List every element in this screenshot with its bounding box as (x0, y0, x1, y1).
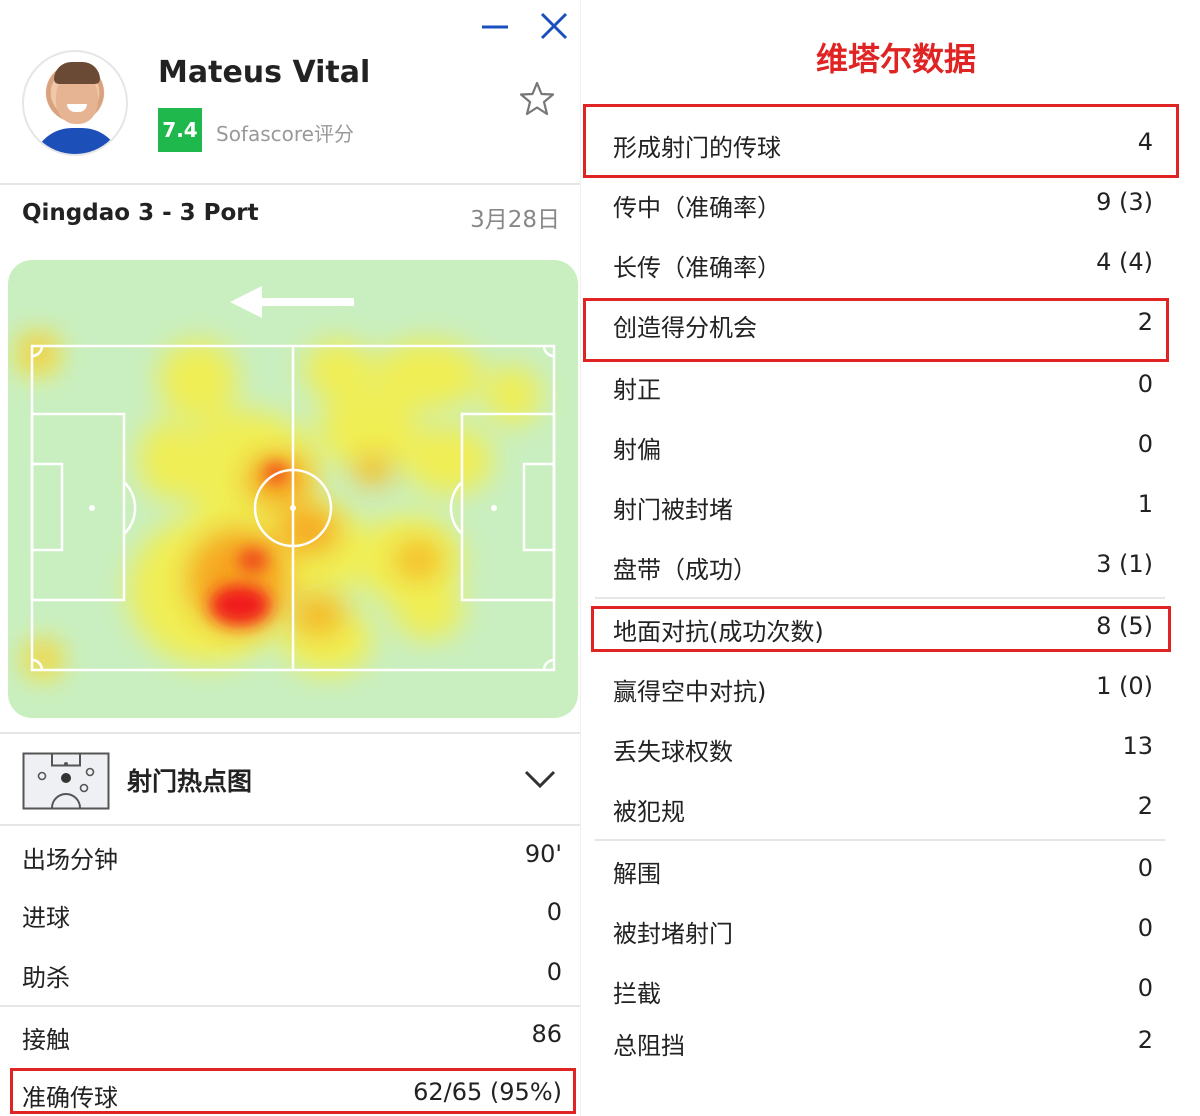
stat-row-crosses: 传中（准确率） 9 (3) (581, 174, 1200, 234)
stat-row-was-fouled: 被犯规 2 (581, 778, 1200, 838)
stat-row-blocked-shots: 被封堵射门 0 (581, 900, 1200, 960)
stat-row-shots-off-target: 射偏 0 (581, 416, 1200, 476)
player-name[interactable]: Mateus Vital (158, 55, 370, 90)
player-card: Mateus Vital 7.4 Sofascore评分 Qingdao 3 -… (0, 0, 580, 1116)
stat-value: 1 (0) (1096, 672, 1153, 700)
shotmap-label: 射门热点图 (127, 767, 253, 796)
stat-value: 0 (546, 958, 562, 986)
highlight-box (591, 606, 1171, 652)
stat-row-shots-on-target: 射正 0 (581, 356, 1200, 416)
stat-label: 进球 (22, 904, 70, 932)
stat-row-goals: 进球 0 (0, 886, 580, 944)
match-date: 3月28日 (470, 207, 560, 233)
stat-value: 1 (1137, 490, 1153, 518)
stat-label: 射门被封堵 (613, 496, 733, 524)
stat-label: 助杀 (22, 964, 70, 992)
stat-label: 射偏 (613, 436, 661, 464)
panel-title: 维塔尔数据 (815, 40, 976, 78)
stat-row-touches: 接触 86 (0, 1008, 580, 1066)
stat-label: 盘带（成功） (613, 556, 757, 584)
stat-label: 传中（准确率） (613, 194, 781, 222)
shotmap-toggle[interactable]: 射门热点图 (0, 732, 580, 826)
stat-row-total-tackles: 总阻挡 2 (581, 1012, 1200, 1072)
heatmap-pitch (16, 286, 556, 680)
stat-label: 接触 (22, 1026, 70, 1054)
stat-value: 4 (4) (1096, 248, 1153, 276)
rating-badge: 7.4 (158, 108, 202, 152)
stat-value: 90' (524, 840, 562, 868)
stat-value: 2 (1137, 792, 1153, 820)
match-row[interactable]: Qingdao 3 - 3 Port 3月28日 (0, 190, 580, 240)
stat-label: 被封堵射门 (613, 920, 733, 948)
stat-label: 拦截 (613, 980, 661, 1008)
rating-source-label: Sofascore评分 (216, 122, 354, 146)
stats-panel: 维塔尔数据 形成射门的传球 4 传中（准确率） 9 (3) 长传（准确率） 4 … (580, 0, 1200, 1116)
stat-label: 丢失球权数 (613, 738, 733, 766)
stat-row-possession-lost: 丢失球权数 13 (581, 718, 1200, 778)
player-avatar (22, 50, 128, 156)
stat-value: 86 (531, 1020, 562, 1048)
stat-label: 射正 (613, 376, 661, 404)
stat-value: 13 (1122, 732, 1153, 760)
match-score: Qingdao 3 - 3 Port (22, 200, 259, 226)
chevron-down-icon[interactable] (522, 766, 558, 792)
stat-row-dribbles: 盘带（成功） 3 (1) (581, 536, 1200, 596)
stat-value: 0 (1137, 974, 1153, 1002)
stat-value: 0 (546, 898, 562, 926)
stat-row-clearances: 解围 0 (581, 840, 1200, 900)
stat-value: 0 (1137, 854, 1153, 882)
minimize-icon[interactable] (480, 12, 510, 42)
divider (0, 1005, 580, 1007)
stat-value: 0 (1137, 370, 1153, 398)
stat-value: 9 (3) (1096, 188, 1153, 216)
attack-direction-arrow-icon (230, 286, 354, 318)
highlight-box (10, 1068, 576, 1114)
stat-row-interceptions: 拦截 0 (581, 960, 1200, 1020)
stat-value: 0 (1137, 914, 1153, 942)
stat-value: 0 (1137, 430, 1153, 458)
stat-label: 赢得空中对抗) (613, 678, 767, 706)
stat-row-long-balls: 长传（准确率） 4 (4) (581, 234, 1200, 294)
highlight-box (583, 104, 1179, 178)
highlight-box (583, 298, 1169, 362)
heatmap (8, 260, 578, 718)
stat-value: 2 (1137, 1026, 1153, 1054)
stat-row-aerial-duels: 赢得空中对抗) 1 (0) (581, 658, 1200, 718)
shotmap-icon (22, 752, 110, 810)
favorite-star-icon[interactable] (518, 80, 556, 118)
stat-label: 出场分钟 (22, 846, 118, 874)
close-icon[interactable] (538, 10, 570, 42)
stat-value: 3 (1) (1096, 550, 1153, 578)
stat-label: 长传（准确率） (613, 254, 781, 282)
stat-label: 被犯规 (613, 798, 685, 826)
player-header: Mateus Vital 7.4 Sofascore评分 (0, 0, 580, 185)
stat-row-assists: 助杀 0 (0, 946, 580, 1004)
stat-label: 解围 (613, 860, 661, 888)
stat-label: 总阻挡 (613, 1032, 685, 1060)
stat-row-minutes: 出场分钟 90' (0, 828, 580, 886)
stat-row-shots-blocked: 射门被封堵 1 (581, 476, 1200, 536)
